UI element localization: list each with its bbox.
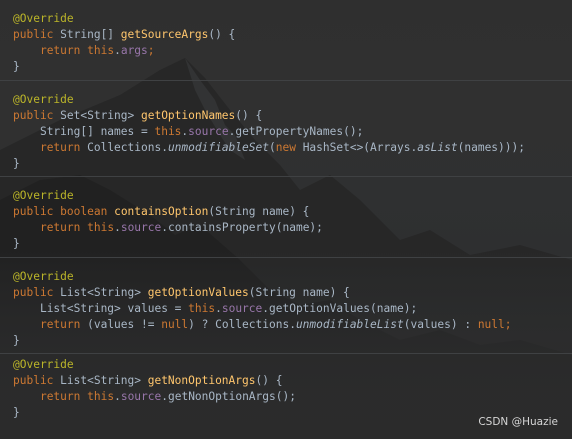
return-type: Set<String> <box>53 109 141 122</box>
keyword: public <box>13 205 54 218</box>
annotation: @Override <box>13 358 74 371</box>
dot: . <box>114 44 121 57</box>
dot: . <box>114 390 121 403</box>
keyword: public <box>13 28 54 41</box>
annotation: @Override <box>13 189 74 202</box>
field-name: source <box>120 390 162 403</box>
keyword: boolean <box>60 205 108 218</box>
method-name: getSourceArgs <box>120 28 209 41</box>
keyword: this <box>87 390 115 403</box>
closing-brace: } <box>13 334 20 347</box>
code-line: } <box>0 333 572 349</box>
code-line: return this.args; <box>0 43 572 59</box>
closing-brace: } <box>13 157 20 170</box>
keyword: this <box>188 302 216 315</box>
keyword: null <box>477 318 505 331</box>
watermark: CSDN @Huazie <box>478 416 558 428</box>
closing-brace: } <box>13 60 20 73</box>
code-text: (names))); <box>457 141 525 154</box>
code-text: (values != <box>80 318 162 331</box>
code-line: public List<String> getOptionValues(Stri… <box>0 285 572 301</box>
dot: . <box>114 221 121 234</box>
code-line: public List<String> getNonOptionArgs() { <box>0 373 572 389</box>
code-text: .getOptionValues(name); <box>262 302 418 315</box>
code-line: String[] names = this.source.getProperty… <box>0 124 572 140</box>
keyword: this <box>154 125 182 138</box>
closing-brace: } <box>13 237 20 250</box>
annotation: @Override <box>13 12 74 25</box>
method-name: getOptionNames <box>140 109 236 122</box>
signature-rest: (String name) { <box>248 286 350 299</box>
keyword: return <box>39 318 81 331</box>
signature-rest: () { <box>235 109 263 122</box>
keyword: this <box>87 221 115 234</box>
method-getOptionValues: @Override public List<String> getOptionV… <box>0 257 572 353</box>
code-line: @Override <box>0 188 572 204</box>
code-line: return this.source.getNonOptionArgs(); <box>0 389 572 405</box>
field-name: source <box>120 221 162 234</box>
method-getSourceArgs: @Override public String[] getSourceArgs(… <box>0 0 572 80</box>
keyword: return <box>39 44 81 57</box>
method-name: getOptionValues <box>147 286 249 299</box>
static-method: unmodifiableSet <box>167 141 269 154</box>
keyword: this <box>87 44 115 57</box>
code-line: return this.source.containsProperty(name… <box>0 220 572 236</box>
method-name: containsOption <box>114 205 209 218</box>
signature-rest: (String name) { <box>208 205 310 218</box>
return-type: List<String> <box>53 374 148 387</box>
code-text: .containsProperty(name); <box>161 221 323 234</box>
code-text: ) ? Collections. <box>188 318 296 331</box>
code-line: public boolean containsOption(String nam… <box>0 204 572 220</box>
keyword: return <box>39 390 81 403</box>
code-line: @Override <box>0 11 572 27</box>
code-line: public String[] getSourceArgs() { <box>0 27 572 43</box>
keyword: public <box>13 286 54 299</box>
method-containsOption: @Override public boolean containsOption(… <box>0 176 572 257</box>
code-line: return Collections.unmodifiableSet(new H… <box>0 140 572 156</box>
signature-rest: () { <box>208 28 236 41</box>
field-name: args <box>120 44 148 57</box>
code-line: public Set<String> getOptionNames() { <box>0 108 572 124</box>
keyword: public <box>13 374 54 387</box>
code-text: .getNonOptionArgs(); <box>161 390 296 403</box>
code-text: ( <box>268 141 276 154</box>
code-text: List<String> values = <box>39 302 189 315</box>
return-type: String[] <box>53 28 121 41</box>
code-text: (values) : <box>403 318 478 331</box>
signature-rest: () { <box>255 374 283 387</box>
keyword: new <box>275 141 296 154</box>
method-name: getNonOptionArgs <box>147 374 256 387</box>
code-area[interactable]: @Override public String[] getSourceArgs(… <box>0 0 572 432</box>
code-text: HashSet<>(Arrays. <box>295 141 418 154</box>
code-line: } <box>0 156 572 172</box>
static-method: asList <box>417 141 458 154</box>
code-editor[interactable]: @Override public String[] getSourceArgs(… <box>0 0 572 439</box>
code-text: .getPropertyNames(); <box>228 125 364 138</box>
code-line: @Override <box>0 357 572 373</box>
code-line: @Override <box>0 92 572 108</box>
closing-brace: } <box>13 406 20 419</box>
semicolon: ; <box>147 44 155 57</box>
code-line: } <box>0 59 572 75</box>
return-type: List<String> <box>53 286 148 299</box>
field-name: source <box>188 125 229 138</box>
code-text: Collections. <box>80 141 168 154</box>
static-method: unmodifiableList <box>295 318 404 331</box>
code-line: List<String> values = this.source.getOpt… <box>0 301 572 317</box>
annotation: @Override <box>13 93 74 106</box>
keyword: public <box>13 109 54 122</box>
field-name: source <box>221 302 263 315</box>
code-text: String[] names = <box>39 125 155 138</box>
code-line: @Override <box>0 269 572 285</box>
annotation: @Override <box>13 270 74 283</box>
semicolon: ; <box>504 318 512 331</box>
keyword: return <box>39 221 81 234</box>
dot: . <box>215 302 222 315</box>
code-line: return (values != null) ? Collections.un… <box>0 317 572 333</box>
method-getOptionNames: @Override public Set<String> getOptionNa… <box>0 80 572 176</box>
code-line: } <box>0 236 572 252</box>
keyword: return <box>39 141 81 154</box>
keyword: null <box>161 318 189 331</box>
